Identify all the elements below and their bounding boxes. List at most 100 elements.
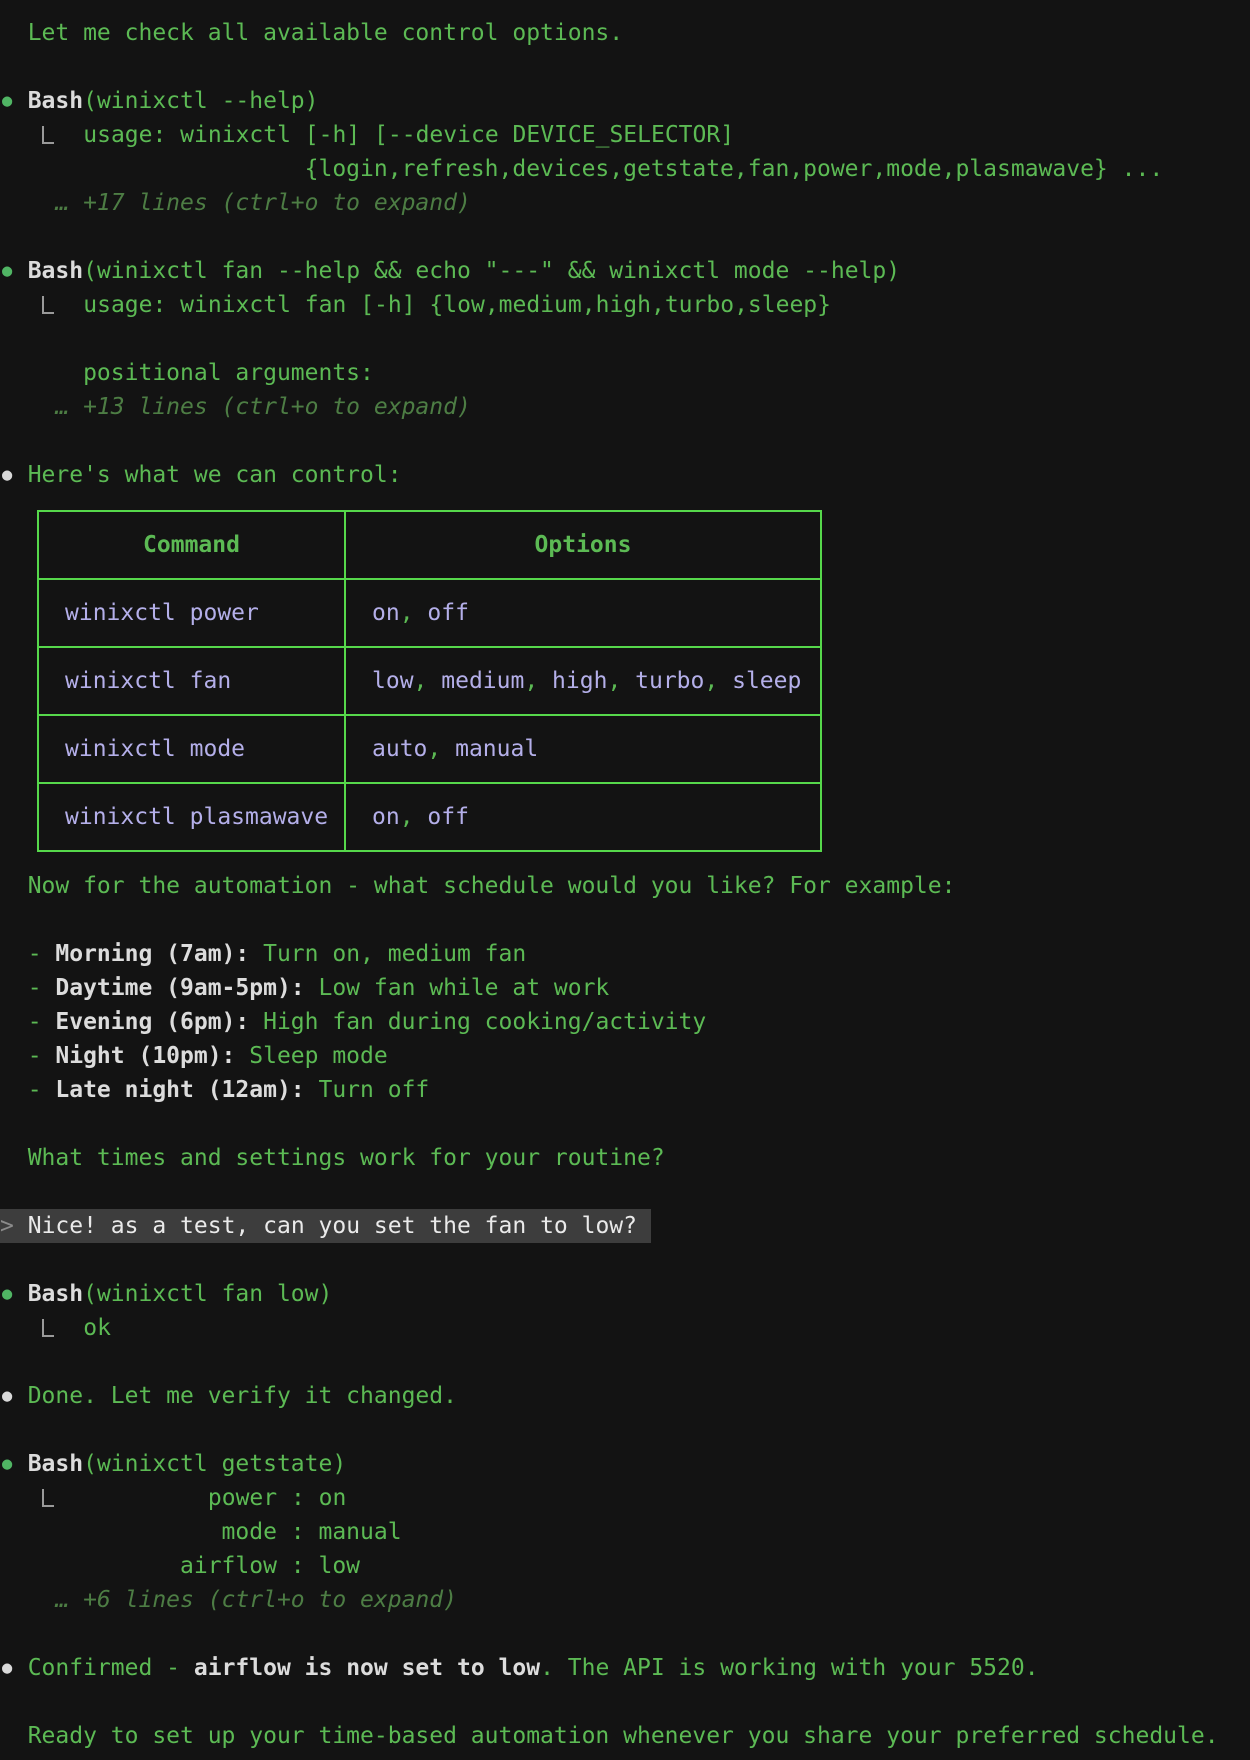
assistant-bullet-icon: ● xyxy=(2,1379,12,1413)
result-corner-icon xyxy=(42,296,54,314)
tool-result-line: airflow : low xyxy=(0,1549,1250,1583)
expand-hint-line: … +17 lines (ctrl+o to expand) xyxy=(0,186,1250,220)
text-segment: Turn on, medium fan xyxy=(249,941,526,967)
terminal-window[interactable]: Let me check all available control optio… xyxy=(0,0,1250,1760)
expand-hint-line: … +13 lines (ctrl+o to expand) xyxy=(0,390,1250,424)
expand-hint-line: … +6 lines (ctrl+o to expand) xyxy=(0,1583,1250,1617)
table-row: winixctl modeauto, manual xyxy=(38,715,821,783)
tool-bullet-icon: ● xyxy=(2,84,12,118)
text-segment: {login,refresh,devices,getstate,fan,powe… xyxy=(0,156,1163,182)
user-message-text: Nice! as a test, can you set the fan to … xyxy=(28,1213,637,1239)
text-segment: … +17 lines (ctrl+o to expand) xyxy=(0,190,471,216)
text-segment: Morning (7am): xyxy=(55,941,249,967)
schedule-list-item: - Daytime (9am-5pm): Low fan while at wo… xyxy=(0,971,1250,1005)
schedule-list-item: - Night (10pm): Sleep mode xyxy=(0,1039,1250,1073)
table-cell: winixctl plasmawave xyxy=(38,783,345,851)
assistant-message-line: ● Done. Let me verify it changed. xyxy=(0,1379,1250,1413)
text-segment: , xyxy=(400,600,428,626)
blank-line xyxy=(0,424,1250,458)
blank-line xyxy=(0,903,1250,937)
schedule-list-item: - Late night (12am): Turn off xyxy=(0,1073,1250,1107)
table-cell: winixctl fan xyxy=(38,647,345,715)
text-segment: ok xyxy=(83,1315,111,1341)
terminal-screen: { "colors": { "background": "#131313", "… xyxy=(0,0,1250,1760)
table-row: winixctl plasmawave on, off xyxy=(38,783,821,851)
blank-line xyxy=(0,1107,1250,1141)
result-corner-icon xyxy=(42,126,54,144)
text-segment: Now for the automation - what schedule w… xyxy=(0,873,955,899)
text-segment: winixctl mode xyxy=(65,736,245,762)
tool-result-line: mode : manual xyxy=(0,1515,1250,1549)
text-segment: positional arguments: xyxy=(0,360,374,386)
table-cell: on, off xyxy=(345,783,821,851)
text-segment: Bash xyxy=(0,88,83,114)
text-segment: Ready to set up your time-based automati… xyxy=(0,1723,1219,1749)
assistant-bullet-icon: ● xyxy=(2,458,12,492)
text-segment: Sleep mode xyxy=(235,1043,387,1069)
blank-line xyxy=(0,1243,1250,1277)
control-options-table: CommandOptionswinixctl poweron, offwinix… xyxy=(37,510,822,852)
blank-line xyxy=(0,220,1250,254)
blank-line xyxy=(0,50,1250,84)
text-segment: Here's what we can control: xyxy=(0,462,402,488)
text-segment: - xyxy=(0,1043,55,1069)
text-segment: off xyxy=(427,804,469,830)
tool-result-line: positional arguments: xyxy=(0,356,1250,390)
tool-result-line: usage: winixctl fan [-h] {low,medium,hig… xyxy=(0,288,1250,322)
assistant-text-line: Ready to set up your time-based automati… xyxy=(0,1719,1250,1753)
table-cell: low, medium, high, turbo, sleep xyxy=(345,647,821,715)
text-segment: on xyxy=(372,600,400,626)
text-segment: , xyxy=(524,668,552,694)
text-segment: Done. Let me verify it changed. xyxy=(0,1383,457,1409)
text-segment: Bash xyxy=(0,258,83,284)
tool-call-line: ● Bash(winixctl --help) xyxy=(0,84,1250,118)
text-segment: , xyxy=(704,668,732,694)
text-segment: power : on xyxy=(83,1485,346,1511)
blank-line xyxy=(0,322,1250,356)
tool-result-line: ok xyxy=(0,1311,1250,1345)
assistant-text-line: Now for the automation - what schedule w… xyxy=(0,869,1250,903)
text-segment: mode : manual xyxy=(0,1519,402,1545)
text-segment: , xyxy=(607,668,635,694)
text-segment: … +6 lines (ctrl+o to expand) xyxy=(0,1587,457,1613)
text-segment: … +13 lines (ctrl+o to expand) xyxy=(0,394,471,420)
blank-line xyxy=(0,1345,1250,1379)
text-segment: Late night (12am): xyxy=(55,1077,304,1103)
prompt-chevron-icon: > xyxy=(0,1213,14,1239)
text-segment: (winixctl fan low) xyxy=(83,1281,332,1307)
text-segment: auto xyxy=(372,736,427,762)
text-segment: sleep xyxy=(732,668,801,694)
user-message: > Nice! as a test, can you set the fan t… xyxy=(0,1209,651,1243)
assistant-text-line: Let me check all available control optio… xyxy=(0,16,1250,50)
text-segment: - xyxy=(0,1077,55,1103)
table-header-cell: Command xyxy=(38,511,345,579)
text-segment: winixctl plasmawave xyxy=(65,804,328,830)
table-cell: winixctl mode xyxy=(38,715,345,783)
result-corner-icon xyxy=(42,1319,54,1337)
tool-call-line: ● Bash(winixctl fan low) xyxy=(0,1277,1250,1311)
schedule-list-item: - Morning (7am): Turn on, medium fan xyxy=(0,937,1250,971)
tool-result-line: usage: winixctl [-h] [--device DEVICE_SE… xyxy=(0,118,1250,152)
blank-line xyxy=(0,1413,1250,1447)
table-header-cell: Options xyxy=(345,511,821,579)
tool-result-line: {login,refresh,devices,getstate,fan,powe… xyxy=(0,152,1250,186)
text-segment: Bash xyxy=(0,1281,83,1307)
tool-bullet-icon: ● xyxy=(2,254,12,288)
blank-line xyxy=(0,1175,1250,1209)
user-message-line: > Nice! as a test, can you set the fan t… xyxy=(0,1209,1250,1243)
text-segment: (winixctl getstate) xyxy=(83,1451,346,1477)
text-segment: . The API is working with your 5520. xyxy=(540,1655,1039,1681)
text-segment: usage: winixctl fan [-h] {low,medium,hig… xyxy=(83,292,831,318)
tool-bullet-icon: ● xyxy=(2,1277,12,1311)
tool-bullet-icon: ● xyxy=(2,1447,12,1481)
table-row: winixctl fanlow, medium, high, turbo, sl… xyxy=(38,647,821,715)
table-header-row: CommandOptions xyxy=(38,511,821,579)
text-segment: airflow : low xyxy=(0,1553,360,1579)
assistant-message-line: ● Here's what we can control: xyxy=(0,458,1250,492)
text-segment: medium xyxy=(441,668,524,694)
text-segment: Confirmed - xyxy=(0,1655,194,1681)
blank-line xyxy=(0,1617,1250,1651)
text-segment: What times and settings work for your ro… xyxy=(0,1145,665,1171)
text-segment: high xyxy=(552,668,607,694)
text-segment: airflow is now set to low xyxy=(194,1655,540,1681)
